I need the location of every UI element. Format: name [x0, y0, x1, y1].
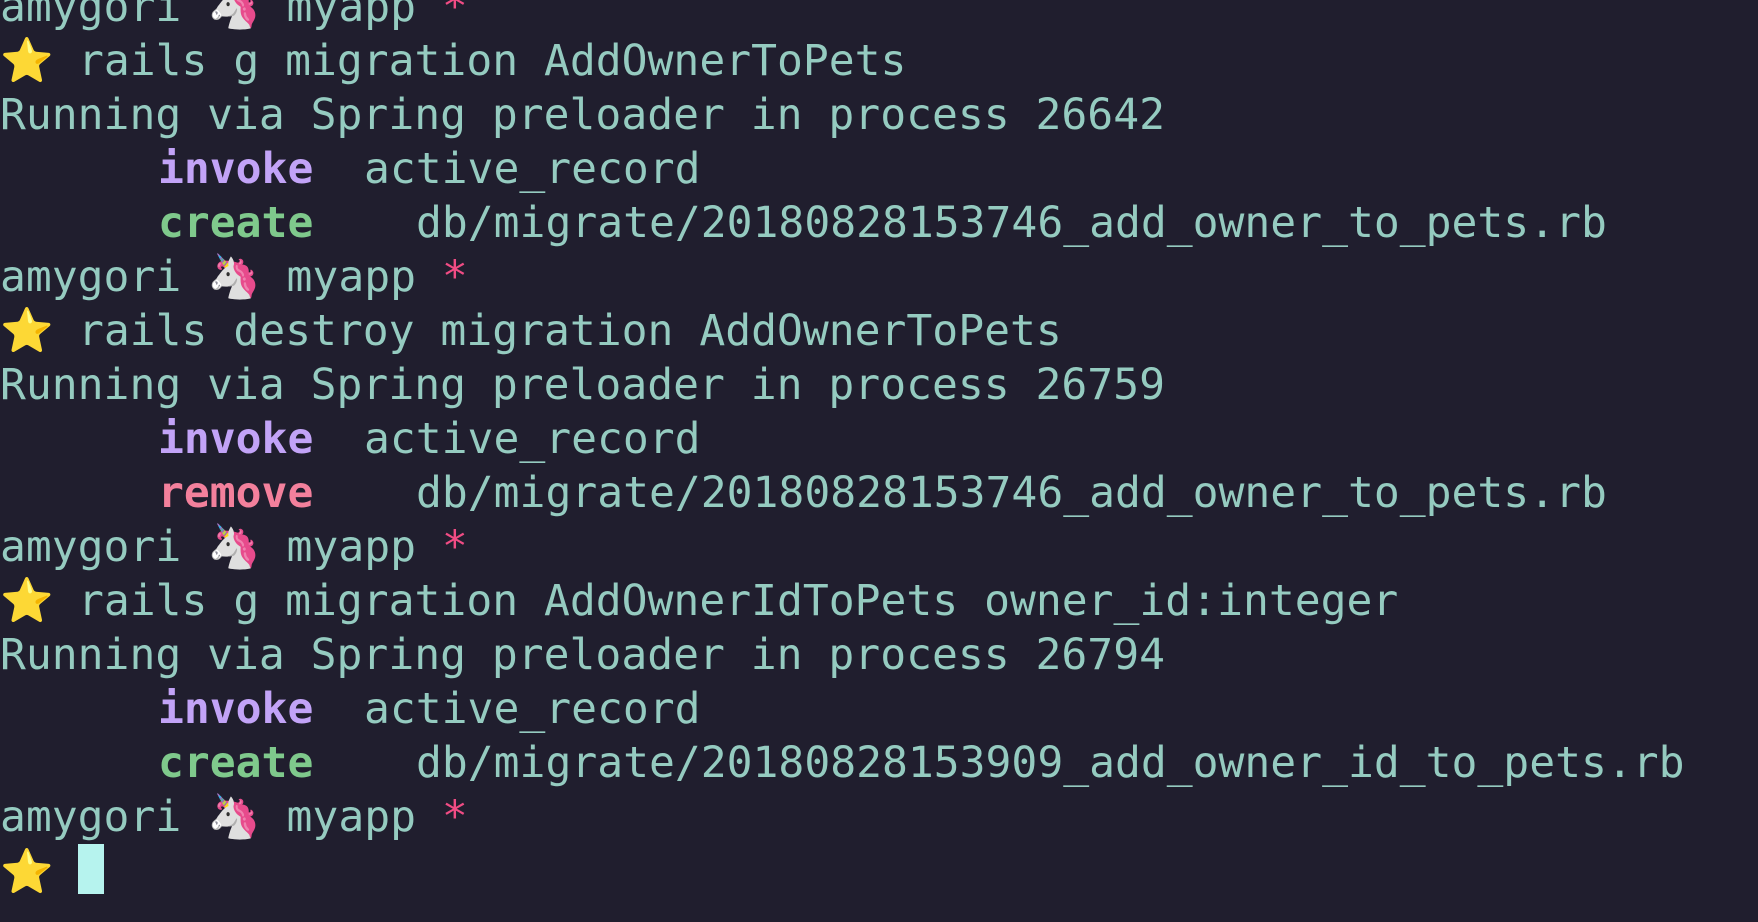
command-line: ⭐ rails g migration AddOwnerIdToPets owne… — [0, 574, 1398, 628]
unicorn-icon: 🦄 — [207, 522, 261, 572]
terminal-window[interactable]: amygori 🦄 myapp * ⭐ rails g migration AddO… — [0, 0, 1758, 922]
unicorn-icon: 🦄 — [207, 252, 261, 302]
generator-action-line: invoke active_record — [0, 682, 701, 736]
action-remove: remove — [158, 468, 314, 518]
output-text: Running via Spring preloader in process … — [0, 630, 1165, 680]
action-invoke: invoke — [158, 414, 314, 464]
command-text: rails destroy migration AddOwnerToPets — [78, 306, 1062, 356]
prompt-dir: myapp — [286, 0, 416, 32]
git-dirty-marker: * — [441, 252, 468, 302]
star-icon: ⭐ — [0, 36, 54, 86]
action-create: create — [158, 198, 314, 248]
command-line: ⭐ rails destroy migration AddOwnerToPets — [0, 304, 1062, 358]
action-arg: db/migrate/20180828153909_add_owner_id_t… — [416, 738, 1685, 788]
prompt-dir: myapp — [286, 252, 416, 302]
generator-action-line: remove db/migrate/20180828153746_add_owne… — [0, 466, 1607, 520]
generator-action-line: create db/migrate/20180828153746_add_owne… — [0, 196, 1607, 250]
star-icon: ⭐ — [0, 306, 54, 356]
command-text: rails g migration AddOwnerToPets — [78, 36, 907, 86]
output-text: Running via Spring preloader in process … — [0, 90, 1165, 140]
action-create: create — [158, 738, 314, 788]
prompt-user: amygori — [0, 0, 182, 32]
prompt-line: amygori 🦄 myapp * — [0, 250, 468, 304]
action-invoke: invoke — [158, 144, 314, 194]
star-icon: ⭐ — [0, 847, 54, 897]
prompt-line: amygori 🦄 myapp * — [0, 790, 468, 844]
git-dirty-marker: * — [441, 0, 468, 32]
unicorn-icon: 🦄 — [207, 0, 261, 32]
star-icon: ⭐ — [0, 576, 54, 626]
prompt-user: amygori — [0, 792, 182, 842]
unicorn-icon: 🦄 — [207, 792, 261, 842]
output-line: Running via Spring preloader in process … — [0, 88, 1165, 142]
prompt-user: amygori — [0, 252, 182, 302]
action-arg: active_record — [364, 684, 701, 734]
action-invoke: invoke — [158, 684, 314, 734]
generator-action-line: invoke active_record — [0, 142, 701, 196]
prompt-line: amygori 🦄 myapp * — [0, 520, 468, 574]
prompt-line: amygori 🦄 myapp * — [0, 0, 468, 34]
command-text: rails g migration AddOwnerIdToPets owner… — [78, 576, 1399, 626]
command-line: ⭐ rails g migration AddOwnerToPets — [0, 34, 906, 88]
git-dirty-marker: * — [441, 522, 468, 572]
output-line: Running via Spring preloader in process … — [0, 358, 1165, 412]
input-line: ⭐ — [0, 844, 104, 898]
generator-action-line: invoke active_record — [0, 412, 701, 466]
output-text: Running via Spring preloader in process … — [0, 360, 1165, 410]
prompt-dir: myapp — [286, 522, 416, 572]
prompt-user: amygori — [0, 522, 182, 572]
action-arg: active_record — [364, 414, 701, 464]
action-arg: db/migrate/20180828153746_add_owner_to_p… — [416, 198, 1607, 248]
prompt-dir: myapp — [286, 792, 416, 842]
text-cursor — [78, 844, 104, 894]
output-line: Running via Spring preloader in process … — [0, 628, 1165, 682]
action-arg: db/migrate/20180828153746_add_owner_to_p… — [416, 468, 1607, 518]
action-arg: active_record — [364, 144, 701, 194]
git-dirty-marker: * — [441, 792, 468, 842]
generator-action-line: create db/migrate/20180828153909_add_owne… — [0, 736, 1685, 790]
